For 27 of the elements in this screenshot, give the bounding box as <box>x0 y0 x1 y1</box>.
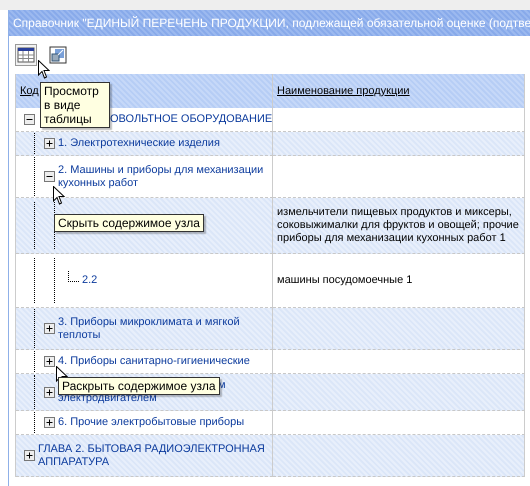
tree-connector-line <box>68 271 79 282</box>
tree-node-link[interactable]: 6. Прочие электробытовые приборы <box>58 416 244 429</box>
tooltip: Раскрыть содержимое узла <box>58 377 220 395</box>
expand-icon[interactable] <box>44 323 55 334</box>
mouse-cursor-icon <box>38 60 50 79</box>
tooltip: Просмотр в виде таблицы <box>40 82 110 128</box>
tooltip: Скрыть содержимое узла <box>54 214 204 232</box>
expand-icon[interactable] <box>44 417 55 428</box>
collapse-icon[interactable] <box>44 171 55 182</box>
tree-node-link[interactable]: ГЛАВА 2. БЫТОВАЯ РАДИОЭЛЕКТРОННАЯ АППАРАТУРА <box>38 442 268 468</box>
expand-icon[interactable] <box>24 450 35 461</box>
tree-node-link[interactable]: 2. Машины и приборы для механизации кухонных работ <box>58 164 268 190</box>
tree-node-link[interactable]: 1. Электротехнические изделия <box>58 137 220 150</box>
column-sort-link[interactable]: Код <box>20 85 39 97</box>
tree-node-link[interactable]: 3. Приборы микроклимата и мягкой теплоты <box>58 316 268 342</box>
tree-node-link[interactable]: 2.2 <box>82 274 98 287</box>
product-name: машины посудомоечные 1 <box>277 274 412 287</box>
expand-icon[interactable] <box>44 356 55 367</box>
expand-icon[interactable] <box>44 138 55 149</box>
collapse-icon[interactable] <box>24 114 35 125</box>
tree-node-link[interactable]: 4. Приборы санитарно-гигиенические <box>58 355 250 368</box>
picture-icon[interactable] <box>47 44 69 66</box>
table-grid-icon[interactable] <box>15 44 37 66</box>
expand-icon[interactable] <box>44 386 55 398</box>
product-name: измельчители пищевых продуктов и миксеры, соковыжималки для фруктов и овощей; прочие приборы для механизации кухонных работ 1 <box>277 206 520 245</box>
tree-node-link[interactable]: ОВОЛЬТНОЕ ОБОРУДОВАНИЕ <box>110 113 272 126</box>
column-sort-link[interactable]: Наименование продукции <box>277 85 410 97</box>
